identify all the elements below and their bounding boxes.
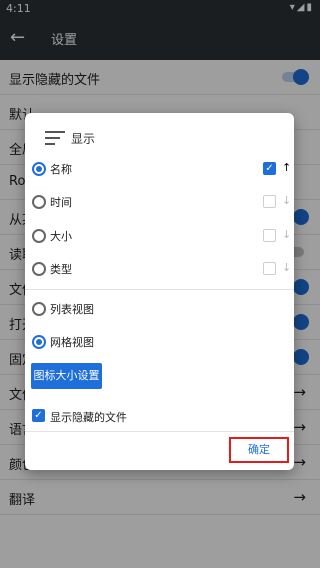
display-dialog: 显示 名称 ✓ ↑ 时间 ↓ 大小 ↓ 类型 ↓ 列表视图 网格视图 图标大小设…: [25, 113, 294, 470]
icon-size-button[interactable]: 图标大小设置: [31, 363, 102, 389]
sort-arrow-down-icon[interactable]: ↓: [282, 194, 291, 207]
sort-icon: [45, 131, 65, 145]
option-label: 大小: [50, 230, 72, 243]
radio-button[interactable]: [32, 195, 46, 209]
sort-checkbox[interactable]: [263, 229, 276, 242]
option-label: 列表视图: [50, 303, 94, 316]
radio-button[interactable]: [32, 302, 46, 316]
sort-arrow-down-icon[interactable]: ↓: [282, 228, 291, 241]
radio-button[interactable]: [32, 262, 46, 276]
show-hidden-checkbox[interactable]: ✓: [32, 409, 45, 422]
ok-button[interactable]: 确定: [229, 437, 289, 463]
show-hidden-label: 显示隐藏的文件: [50, 411, 127, 424]
sort-checkbox[interactable]: ✓: [263, 162, 276, 175]
sort-checkbox[interactable]: [263, 262, 276, 275]
option-label: 名称: [50, 163, 72, 176]
sort-arrow-down-icon[interactable]: ↓: [282, 261, 291, 274]
option-label: 网格视图: [50, 336, 94, 349]
radio-button[interactable]: [32, 229, 46, 243]
dialog-divider: [25, 289, 294, 290]
option-label: 类型: [50, 263, 72, 276]
radio-button[interactable]: [32, 162, 46, 176]
sort-arrow-up-icon[interactable]: ↑: [282, 161, 291, 174]
radio-button[interactable]: [32, 335, 46, 349]
dialog-divider: [25, 431, 294, 432]
option-label: 时间: [50, 196, 72, 209]
sort-checkbox[interactable]: [263, 195, 276, 208]
dialog-title: 显示: [71, 132, 96, 146]
